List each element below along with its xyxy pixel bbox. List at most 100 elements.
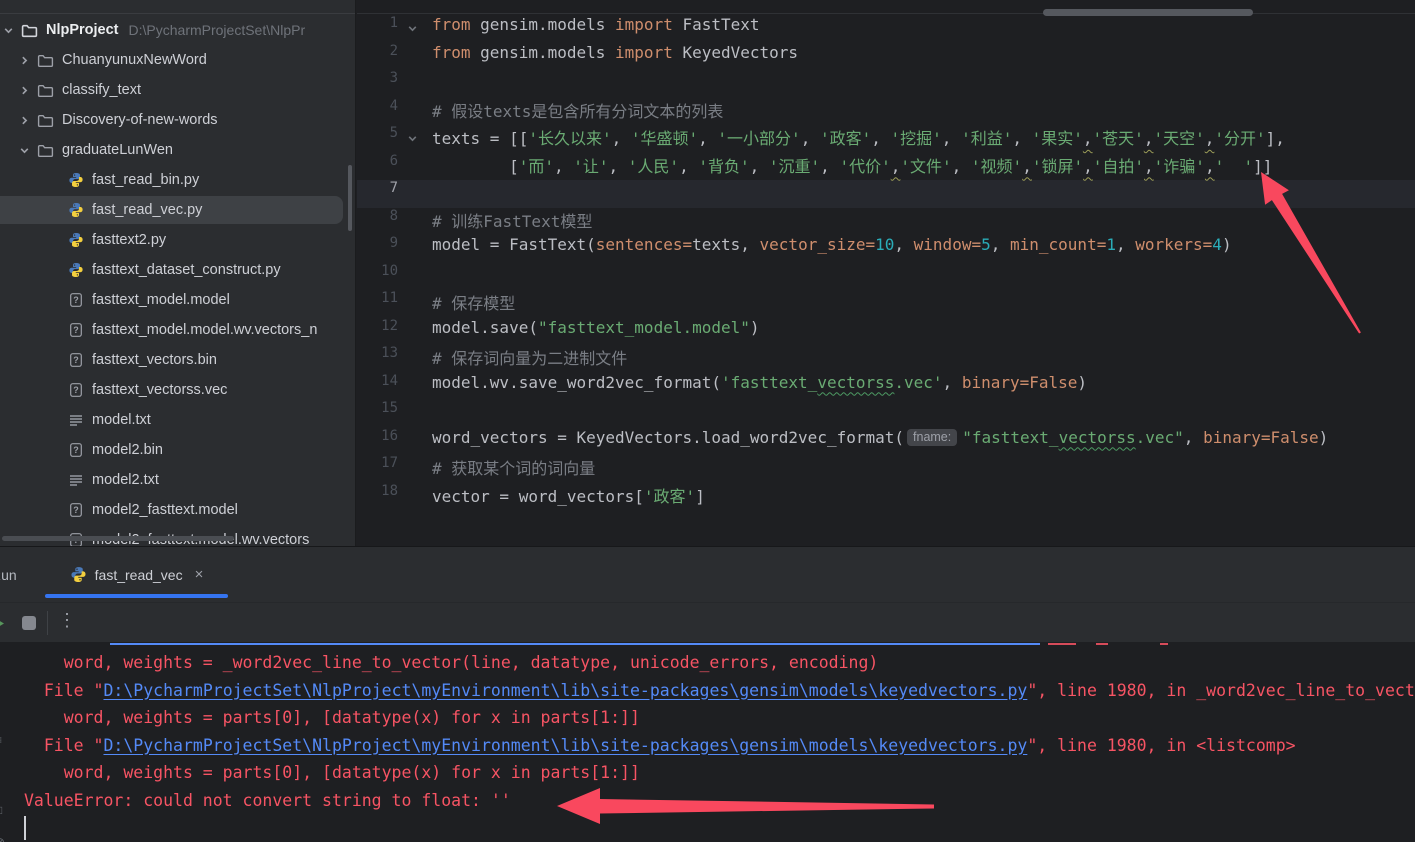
code-token: , [1144,157,1154,176]
tree-item[interactable]: fasttext_dataset_construct.py [0,255,355,285]
code-line[interactable]: 4# 假设texts是包含所有分词文本的列表 [357,98,1415,126]
code-editor[interactable]: 1from gensim.models import FastText2from… [357,0,1415,546]
tree-item[interactable]: ?fasttext_vectorss.vec [0,375,355,405]
code-line[interactable]: 16 word_vectors = KeyedVectors.load_word2… [357,428,1415,456]
code-token: , [698,129,717,148]
code-token: , [801,129,820,148]
code-line[interactable]: 5texts = [['长久以来', '华盛顿', '一小部分', '政客', … [357,125,1415,153]
svg-text:?: ? [73,385,79,395]
code-token: , [820,157,839,176]
code-text: word_vectors = KeyedVectors.load_word2ve… [432,428,1328,456]
svg-text:?: ? [73,355,79,365]
stacktrace-file-link[interactable]: D:\PycharmProjectSet\NlpProject\myEnviro… [103,681,1027,700]
code-line[interactable]: 14model.wv.save_word2vec_format('fasttex… [357,373,1415,401]
fold-gutter [398,373,432,401]
line-number: 2 [357,43,398,71]
line-number: 4 [357,98,398,126]
stop-icon[interactable] [22,616,36,630]
code-line[interactable]: 8# 训练FastText模型 [357,208,1415,236]
code-token: , [1116,235,1135,254]
console-line: File "D:\PycharmProjectSet\NlpProject\my… [24,677,1415,705]
tree-item-root[interactable]: NlpProjectD:\PycharmProjectSet\NlpPr [0,15,355,45]
code-line[interactable]: 6 ['而', '让', '人民', '背负', '沉重', '代价','文件'… [357,153,1415,181]
code-line[interactable]: 3 [357,70,1415,98]
tree-item[interactable]: fast_read_bin.py [0,165,355,195]
tree-item[interactable]: model2.txt [0,465,355,495]
code-token: '诈骗' [1154,157,1205,176]
code-token: , [609,157,628,176]
code-line[interactable]: 7 [357,180,1415,208]
code-token: 10 [875,235,894,254]
tree-item[interactable]: ?fasttext_model.model [0,285,355,315]
code-line[interactable]: 10 [357,263,1415,291]
code-token: KeyedVectors [673,43,798,62]
editor-top-border [357,13,1415,14]
tree-item[interactable]: classify_text [0,75,355,105]
code-token: ' ' [1215,157,1254,176]
python-icon [67,202,84,219]
tree-item[interactable]: ?model2.bin [0,435,355,465]
close-icon[interactable]: × [195,566,204,583]
code-token: model.save( [432,318,538,337]
code-token: '自拍' [1093,157,1144,176]
fold-chevron-icon[interactable] [398,125,432,153]
code-token: "fasttext_ [962,428,1058,447]
code-token: ) [1319,428,1329,447]
more-options-icon[interactable]: ⋮ [58,610,76,631]
code-line[interactable]: 17 # 获取某个词的词向量 [357,455,1415,483]
code-line[interactable]: 18vector = word_vectors['政客'] [357,483,1415,511]
chevron-right-icon[interactable] [16,82,32,98]
rerun-icon[interactable] [0,617,5,635]
code-token: '苍天' [1093,129,1144,148]
fold-chevron-icon[interactable] [398,15,432,43]
chevron-down-icon[interactable] [0,22,16,38]
code-token: vector_size= [760,235,876,254]
code-line[interactable]: 1from gensim.models import FastText [357,15,1415,43]
fold-gutter [398,428,432,456]
tree-item-label: model2.bin [92,442,163,458]
tree-vertical-scrollbar[interactable] [348,165,352,231]
fold-gutter [398,318,432,346]
code-line[interactable]: 15 [357,400,1415,428]
stacktrace-file-link[interactable]: D:\PycharmProjectSet\NlpProject\myEnviro… [103,736,1027,755]
tree-item-label: Discovery-of-new-words [62,112,218,128]
code-line[interactable]: 12model.save("fasttext_model.model") [357,318,1415,346]
tree-item-label: fasttext2.py [92,232,166,248]
tree-item[interactable]: fasttext2.py [0,225,355,255]
console-output: word, weights = _word2vec_line_to_vector… [0,643,1415,842]
code-token: from [432,15,471,34]
tree-item[interactable]: ?fasttext_vectors.bin [0,345,355,375]
line-number: 8 [357,208,398,236]
code-line[interactable]: 9model = FastText(sentences=texts, vecto… [357,235,1415,263]
tree-item[interactable]: graduateLunWen [0,135,355,165]
code-text: model.save("fasttext_model.model") [432,318,760,346]
tree-horizontal-scrollbar[interactable] [2,536,234,541]
code-token: workers= [1135,235,1212,254]
code-token: sentences= [596,235,692,254]
code-line[interactable]: 2from gensim.models import KeyedVectors [357,43,1415,71]
tree-item-label: fasttext_dataset_construct.py [92,262,281,278]
line-number: 5 [357,125,398,153]
tree-item[interactable]: ?model2_fasttext.model [0,495,355,525]
code-token: # 获取某个词的词向量 [432,459,595,478]
toolbar-separator [47,611,48,635]
run-console[interactable]: ↑ ↓ ≡ ↓ □ ⊗ word, weights = _word2vec_li… [0,643,1415,842]
chevron-right-icon[interactable] [16,52,32,68]
tree-item[interactable]: fast_read_vec.py [0,195,355,225]
chevron-right-icon[interactable] [16,112,32,128]
tree-item[interactable]: Discovery-of-new-words [0,105,355,135]
folder-icon [37,82,54,99]
tree-item[interactable]: ChuanyunuxNewWord [0,45,355,75]
line-number: 16 [357,428,398,456]
fold-gutter [398,483,432,511]
tree-item[interactable]: ?fasttext_model.model.wv.vectors_n [0,315,355,345]
folder-icon [37,142,54,159]
code-line[interactable]: 11# 保存模型 [357,290,1415,318]
code-line[interactable]: 13# 保存词向量为二进制文件 [357,345,1415,373]
code-token: 5 [981,235,991,254]
chevron-down-icon[interactable] [16,142,32,158]
tree-item[interactable]: model.txt [0,405,355,435]
svg-text:?: ? [73,505,79,515]
line-number: 17 [357,455,398,483]
line-number: 13 [357,345,398,373]
